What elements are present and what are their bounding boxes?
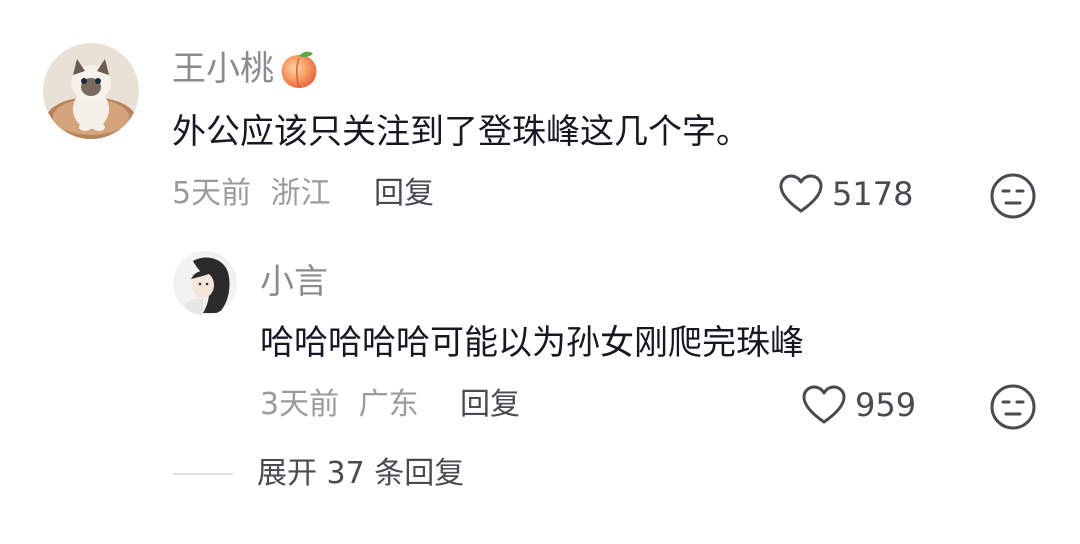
- reply-like-count: 959: [855, 386, 917, 424]
- heart-icon: [801, 383, 847, 427]
- reply-time: 3天前: [260, 387, 340, 422]
- expand-divider: [173, 473, 233, 475]
- like-count: 5178: [832, 175, 914, 213]
- comment-username[interactable]: 王小桃: [172, 49, 274, 89]
- peach-emoji-icon: [278, 48, 320, 90]
- neutral-face-icon: [990, 384, 1036, 430]
- reply-username[interactable]: 小言: [260, 262, 328, 302]
- reply-reply-button[interactable]: 回复: [460, 387, 520, 423]
- expand-replies-button[interactable]: 展开 37 条回复: [173, 456, 464, 492]
- comment-text: 外公应该只关注到了登珠峰这几个字。: [172, 112, 750, 152]
- cat-avatar-image: [43, 43, 139, 139]
- reply-like-button[interactable]: 959: [801, 383, 916, 427]
- expand-replies-label: 展开 37 条回复: [257, 456, 465, 491]
- reply-location: 广东: [358, 387, 419, 422]
- reply-text: 哈哈哈哈哈可能以为孙女刚爬完珠峰: [260, 323, 804, 363]
- girl-avatar-image: [173, 251, 237, 315]
- avatar[interactable]: [43, 43, 139, 139]
- like-button[interactable]: 5178: [778, 172, 913, 216]
- reply-dislike-button[interactable]: [989, 383, 1037, 435]
- heart-icon: [778, 172, 824, 216]
- reply-button[interactable]: 回复: [374, 176, 434, 212]
- reply-avatar[interactable]: [173, 251, 237, 315]
- reply-meta: 3天前 广东: [260, 387, 419, 423]
- dislike-button[interactable]: [989, 172, 1037, 224]
- comment-time: 5天前: [172, 176, 252, 211]
- comment-meta: 5天前 浙江: [172, 176, 331, 212]
- neutral-face-icon: [990, 173, 1036, 219]
- comment-location: 浙江: [270, 176, 331, 211]
